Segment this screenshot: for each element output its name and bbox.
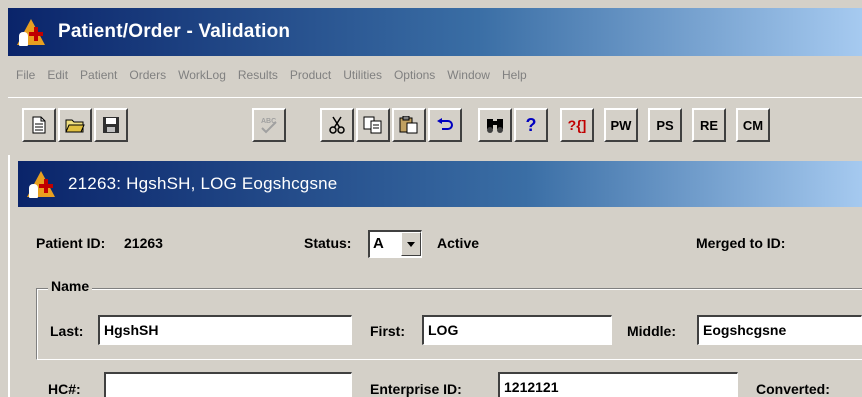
menu-bar: File Edit Patient Orders WorkLog Results… (8, 58, 862, 92)
menu-help[interactable]: Help (502, 68, 527, 82)
patient-id-label: Patient ID: (36, 235, 106, 251)
first-name-label: First: (370, 323, 405, 339)
scissors-icon (329, 116, 345, 134)
spellcheck-icon: ABC (261, 118, 277, 134)
patient-id-value: 21263 (124, 235, 163, 251)
menu-utilities[interactable]: Utilities (343, 68, 382, 82)
chevron-down-icon[interactable] (401, 232, 421, 256)
spellcheck-button[interactable]: ABC (252, 108, 286, 142)
first-name-field[interactable]: LOG (422, 315, 612, 345)
open-button[interactable] (58, 108, 92, 142)
save-button[interactable] (94, 108, 128, 142)
cm-button[interactable]: CM (736, 108, 770, 142)
copy-icon (363, 116, 382, 134)
app-icon (16, 16, 46, 48)
help-button[interactable]: ? (514, 108, 548, 142)
cut-button[interactable] (320, 108, 354, 142)
converted-label: Converted: (756, 381, 830, 397)
undo-icon (437, 118, 453, 130)
menu-results[interactable]: Results (238, 68, 278, 82)
app-title-bar[interactable]: Patient/Order - Validation (8, 8, 862, 56)
paste-button[interactable] (392, 108, 426, 142)
hc-number-field[interactable] (104, 372, 352, 397)
menu-worklog[interactable]: WorkLog (178, 68, 226, 82)
menu-file[interactable]: File (16, 68, 35, 82)
context-help-icon: ?{] (567, 117, 587, 133)
status-select-value: A (373, 235, 384, 252)
menu-edit[interactable]: Edit (47, 68, 68, 82)
patient-window-icon (26, 168, 56, 200)
menu-patient[interactable]: Patient (80, 68, 117, 82)
question-icon: ? (525, 114, 537, 135)
middle-name-label: Middle: (627, 323, 676, 339)
status-text: Active (437, 235, 480, 251)
copy-button[interactable] (356, 108, 390, 142)
menu-orders[interactable]: Orders (129, 68, 166, 82)
enterprise-id-label: Enterprise ID: (370, 381, 462, 397)
status-label: Status: (304, 235, 352, 251)
ps-button[interactable]: PS (648, 108, 682, 142)
last-name-label: Last: (50, 323, 84, 339)
pw-button[interactable]: PW (604, 108, 638, 142)
menu-product[interactable]: Product (290, 68, 331, 82)
patient-window: 21263: HgshSH, LOG Eogshcgsne (8, 155, 862, 397)
toolbar: ABC ? ?{] PW PS RE CM (8, 97, 862, 149)
save-disk-icon (103, 117, 119, 133)
re-button[interactable]: RE (692, 108, 726, 142)
last-name-field[interactable]: HgshSH (98, 315, 352, 345)
context-help-button[interactable]: ?{] (560, 108, 594, 142)
undo-button[interactable] (428, 108, 462, 142)
patient-window-title-bar[interactable]: 21263: HgshSH, LOG Eogshcgsne (18, 161, 862, 207)
enterprise-id-field[interactable]: 1212121 (498, 372, 738, 397)
merged-to-id-label: Merged to ID: (696, 235, 786, 251)
patient-window-title: 21263: HgshSH, LOG Eogshcgsne (68, 174, 338, 193)
hc-number-label: HC#: (48, 381, 81, 397)
middle-name-field[interactable]: Eogshcgsne (697, 315, 862, 345)
new-button[interactable] (22, 108, 56, 142)
binoculars-icon (487, 119, 503, 133)
menu-options[interactable]: Options (394, 68, 435, 82)
app-title: Patient/Order - Validation (58, 21, 291, 42)
new-document-icon (32, 116, 46, 134)
menu-window[interactable]: Window (447, 68, 490, 82)
open-folder-icon (65, 119, 85, 133)
paste-icon (399, 116, 418, 134)
status-select[interactable]: A (368, 230, 422, 258)
find-button[interactable] (478, 108, 512, 142)
name-group-label: Name (48, 278, 93, 294)
